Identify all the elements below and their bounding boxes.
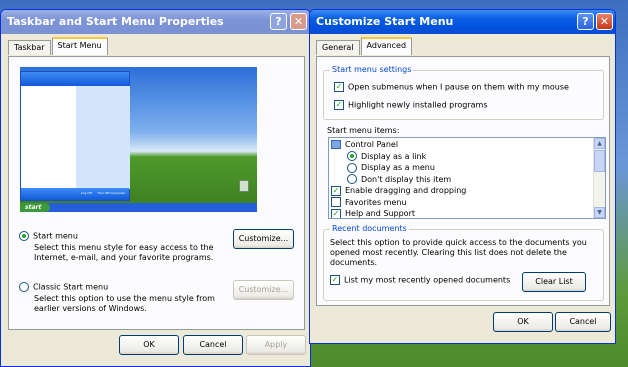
item-radio[interactable] (347, 151, 357, 161)
start-menu-panel: Log Off Turn Off Computer start Start me… (8, 56, 305, 330)
start-menu-radio[interactable] (19, 231, 29, 241)
start-menu-item[interactable]: ✓ Enable dragging and dropping (331, 185, 593, 197)
preview-turnoff: Turn Off Computer (97, 191, 126, 195)
start-menu-description: Select this menu style for easy access t… (34, 243, 214, 262)
item-radio[interactable] (347, 162, 357, 173)
classic-start-menu-label: Classic Start menu (33, 282, 109, 292)
item-label: Display as a link (361, 151, 427, 161)
title-bar[interactable]: Customize Start Menu ? ✕ (310, 10, 615, 34)
control-panel-icon (331, 140, 341, 149)
tab-taskbar[interactable]: Taskbar (8, 40, 51, 55)
item-label: Help and Support (345, 209, 415, 218)
tab-advanced[interactable]: Advanced (360, 37, 413, 55)
start-menu-item[interactable]: ✓ Help and Support (331, 208, 593, 218)
preview-logoff: Log Off (81, 191, 92, 195)
close-button[interactable]: ✕ (290, 13, 307, 30)
tab-general[interactable]: General (316, 40, 360, 55)
highlight-new-programs-label: Highlight newly installed programs (348, 100, 488, 110)
cancel-button[interactable]: Cancel (555, 312, 611, 332)
title-bar[interactable]: Taskbar and Start Menu Properties ? ✕ (1, 10, 310, 34)
start-menu-items-label: Start menu items: (327, 126, 400, 135)
recent-documents-description: Select this option to provide quick acce… (330, 238, 587, 267)
classic-start-menu-option[interactable]: Classic Start menu (19, 282, 108, 293)
advanced-panel: Start menu settings ✓ Open submenus when … (316, 56, 610, 306)
list-recent-documents-option[interactable]: ✓ List my most recently opened documents (330, 275, 510, 286)
item-label: Control Panel (345, 140, 399, 149)
apply-button[interactable]: Apply (246, 335, 306, 355)
item-checkbox[interactable]: ✓ (331, 185, 341, 196)
items-scrollbar[interactable]: ▲ ▼ (593, 138, 605, 218)
scroll-up-button[interactable]: ▲ (594, 138, 605, 149)
taskbar-properties-window: Taskbar and Start Menu Properties ? ✕ Ta… (0, 9, 311, 367)
start-menu-option[interactable]: Start menu (19, 231, 78, 242)
ok-button[interactable]: OK (493, 312, 553, 332)
ok-button[interactable]: OK (119, 335, 179, 355)
open-submenus-option[interactable]: ✓ Open submenus when I pause on them with… (334, 82, 569, 93)
item-label: Display as a menu (361, 163, 435, 172)
window-title: Taskbar and Start Menu Properties (7, 15, 224, 28)
clear-list-button[interactable]: Clear List (522, 272, 586, 292)
scroll-thumb[interactable] (594, 150, 605, 172)
item-label: Don't display this item (361, 174, 452, 184)
start-menu-item[interactable]: Display as a menu (331, 162, 593, 174)
help-button[interactable]: ? (577, 13, 594, 30)
scroll-down-button[interactable]: ▼ (594, 207, 605, 218)
open-submenus-label: Open submenus when I pause on them with … (348, 82, 569, 92)
classic-customize-button[interactable]: Customize... (233, 280, 294, 300)
recent-documents-group: Recent documents Select this option to p… (323, 224, 604, 301)
preview-taskbar: start (20, 203, 257, 212)
window-title: Customize Start Menu (316, 15, 454, 28)
preview-start-button: start (20, 203, 50, 212)
start-menu-item[interactable]: Favorites menu (331, 197, 593, 209)
start-menu-items-list[interactable]: Control Panel Display as a link Display as… (328, 137, 606, 219)
start-menu-item[interactable]: Don't display this item (331, 174, 593, 186)
classic-start-menu-description: Select this option to use the menu style… (34, 294, 215, 313)
item-label: Favorites menu (345, 197, 407, 207)
list-recent-documents-label: List my most recently opened documents (344, 275, 511, 285)
item-checkbox[interactable]: ✓ (331, 208, 341, 218)
list-recent-documents-checkbox[interactable]: ✓ (330, 275, 340, 285)
close-button[interactable]: ✕ (596, 13, 613, 30)
start-menu-item[interactable]: Control Panel (331, 139, 593, 151)
recent-documents-label: Recent documents (330, 224, 409, 233)
start-menu-item[interactable]: Display as a link (331, 151, 593, 163)
item-checkbox[interactable] (331, 197, 341, 207)
settings-group-label: Start menu settings (330, 65, 414, 74)
highlight-new-programs-checkbox[interactable]: ✓ (334, 100, 344, 110)
item-label: Enable dragging and dropping (345, 186, 467, 195)
cancel-button[interactable]: Cancel (183, 335, 243, 355)
open-submenus-checkbox[interactable]: ✓ (334, 82, 344, 92)
start-menu-settings-group: Start menu settings ✓ Open submenus when … (323, 65, 604, 120)
preview-start-menu: Log Off Turn Off Computer (20, 71, 130, 201)
start-menu-label: Start menu (33, 231, 78, 241)
item-radio[interactable] (347, 174, 357, 184)
preview-recycle-bin-icon (239, 180, 249, 192)
help-button[interactable]: ? (270, 13, 287, 30)
customize-button[interactable]: Customize... (233, 229, 294, 249)
start-menu-preview: Log Off Turn Off Computer start (20, 67, 257, 212)
classic-start-menu-radio[interactable] (19, 282, 29, 292)
customize-start-menu-window: Customize Start Menu ? ✕ General Advance… (309, 9, 616, 344)
highlight-new-programs-option[interactable]: ✓ Highlight newly installed programs (334, 100, 488, 111)
tab-start-menu[interactable]: Start Menu (51, 37, 108, 55)
